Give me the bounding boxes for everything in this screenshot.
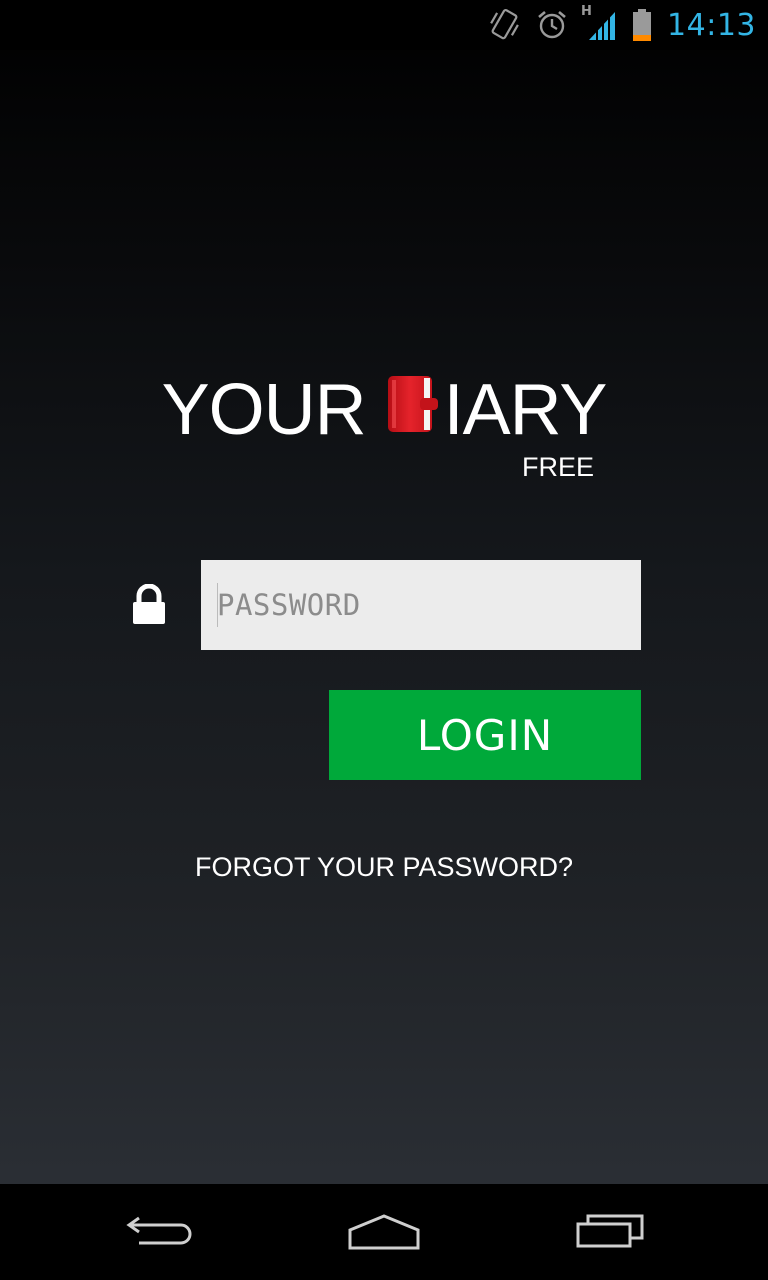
navigation-bar	[0, 1184, 768, 1280]
text-cursor	[217, 583, 218, 627]
logo-text-your: YOUR	[161, 370, 367, 450]
battery-icon	[631, 8, 653, 42]
lock-icon	[131, 583, 167, 631]
network-type-label: H	[581, 4, 592, 19]
app-logo: YOUR IARY	[0, 370, 768, 450]
status-bar: H 14:13	[0, 0, 768, 50]
logo-subtitle: FREE	[522, 452, 595, 482]
back-icon	[125, 1210, 195, 1255]
vibrate-icon	[487, 8, 521, 42]
back-button[interactable]	[80, 1184, 240, 1280]
home-button[interactable]	[304, 1184, 464, 1280]
recent-apps-icon	[574, 1210, 646, 1255]
status-icons: H 14:13	[487, 0, 756, 50]
alarm-icon	[535, 8, 569, 42]
password-input[interactable]	[201, 560, 641, 650]
app-screen: H 14:13 YOUR IARY FREE LOGIN FORGOT YOUR…	[0, 0, 768, 1280]
diary-book-icon	[386, 369, 438, 451]
signal-icon: H	[581, 4, 617, 42]
forgot-password-link[interactable]: FORGOT YOUR PASSWORD?	[0, 852, 768, 883]
recent-apps-button[interactable]	[530, 1184, 690, 1280]
status-time: 14:13	[667, 7, 756, 43]
logo-text-iary: IARY	[443, 370, 608, 450]
login-button[interactable]: LOGIN	[329, 690, 641, 780]
home-icon	[346, 1210, 422, 1255]
